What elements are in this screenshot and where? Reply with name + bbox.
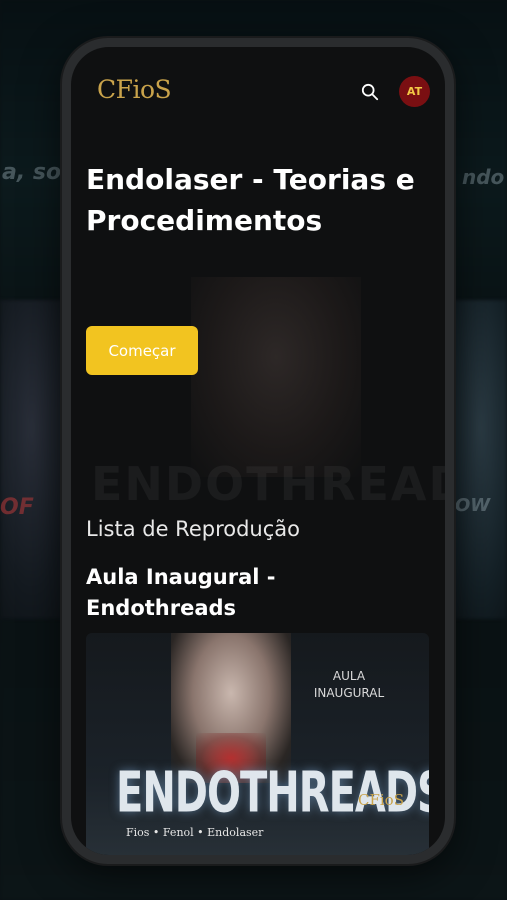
thumbnail-caption: AULA INAUGURAL [313, 669, 385, 700]
app-screen: ENDOTHREADS CFioS AT Endolaser - Teorias… [71, 47, 445, 855]
episode-thumbnail[interactable]: AULA INAUGURAL ENDOTHREADS CFioS Fios • … [86, 633, 429, 855]
course-title: Endolaser - Teorias e Procedimentos [86, 163, 415, 237]
top-bar: CFioS AT [71, 47, 445, 137]
start-button[interactable]: Começar [86, 326, 198, 375]
app-logo[interactable]: CFioS [97, 75, 172, 104]
playlist-heading: Lista de Reprodução [86, 517, 300, 541]
hero-watermark: ENDOTHREADS [91, 457, 445, 511]
thumbnail-logo: CFioS [358, 791, 404, 809]
thumbnail-subtitle: Fios • Fenol • Endolaser [126, 826, 264, 839]
user-avatar[interactable]: AT [399, 76, 430, 107]
phone-frame: ENDOTHREADS CFioS AT Endolaser - Teorias… [62, 38, 454, 864]
episode-title[interactable]: Aula Inaugural - Endothreads [86, 562, 416, 624]
search-icon[interactable] [361, 83, 379, 101]
hero-background-image [191, 277, 361, 477]
